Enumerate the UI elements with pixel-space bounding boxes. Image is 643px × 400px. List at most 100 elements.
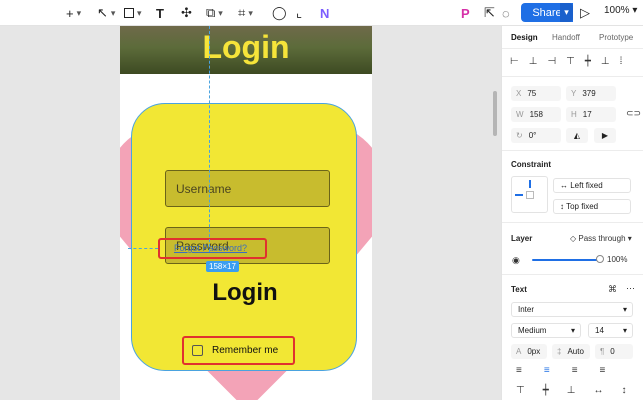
remember-me-label: Remember me — [212, 345, 279, 356]
constraint-horizontal-dropdown[interactable]: ↔ Left fixed — [553, 178, 631, 193]
alignment-guide-horizontal — [128, 248, 158, 249]
text-style-icon[interactable]: ⌘ — [608, 284, 617, 295]
valign-bottom-icon[interactable]: ⊥ — [567, 385, 576, 396]
line-height-icon: ‡ — [557, 347, 562, 356]
letter-spacing-value: 0px — [527, 347, 541, 356]
remember-checkbox[interactable] — [192, 345, 203, 356]
cursor-icon: ↖ — [97, 5, 108, 20]
text-align-center-icon[interactable]: ≡ — [544, 365, 550, 376]
auto-width-icon[interactable]: ↔ — [593, 385, 603, 396]
opacity-slider-handle[interactable] — [596, 255, 604, 263]
text-icon: T — [156, 5, 164, 21]
rotation-field[interactable]: ↻ 0° — [511, 128, 561, 143]
export-button[interactable]: ⇱ — [484, 3, 495, 23]
paragraph-spacing-field[interactable]: ¶ 0 — [595, 344, 633, 359]
align-left-icon[interactable]: ⊢ — [510, 56, 519, 67]
opacity-value[interactable]: 100% — [607, 255, 627, 264]
constraint-title: Constraint — [511, 160, 551, 169]
crop-tool-button[interactable]: ⌞ — [296, 3, 302, 23]
text-align-row: ≡ ≡ ≡ ≡ — [516, 365, 605, 376]
align-center-h-icon[interactable]: ⊥ — [529, 56, 538, 67]
tab-design[interactable]: Design — [511, 33, 538, 42]
zoom-level[interactable]: 100% ▾ — [604, 5, 637, 16]
chevron-down-icon: ▾ — [564, 7, 569, 17]
font-size-dropdown[interactable]: 14 ▾ — [588, 323, 633, 338]
paragraph-value: 0 — [610, 347, 615, 356]
login-card[interactable]: Username Password Forgot Password? 158×1… — [131, 103, 357, 371]
y-position-field[interactable]: Y 379 — [566, 86, 616, 101]
plugin-logo-icon: P — [461, 5, 470, 21]
align-top-icon[interactable]: ⊤ — [566, 56, 575, 67]
boolean-icon: ⌗ — [238, 5, 246, 20]
component-icon: ⧉ — [206, 5, 216, 20]
add-tool-button[interactable]: + ▾ — [66, 3, 81, 23]
height-field[interactable]: H 17 — [566, 107, 616, 122]
constraint-vertical-value: Top fixed — [566, 202, 599, 211]
align-middle-icon[interactable]: ┿ — [585, 56, 591, 67]
text-align-left-icon[interactable]: ≡ — [516, 365, 522, 376]
letter-spacing-icon: A — [516, 347, 522, 356]
play-icon: ▷ — [580, 5, 590, 20]
ai-logo-icon: N — [320, 5, 330, 21]
font-weight-dropdown[interactable]: Medium ▾ — [511, 323, 581, 338]
layer-divider — [502, 274, 643, 275]
constraint-widget[interactable] — [511, 176, 548, 213]
top-toolbar: + ▾ ↖ ▾ ▾ T ✣ ⧉ ▾ ⌗ ▾ ◯ ⌞ N P ⇱ ◌ Share ▾ ▷ … — [0, 0, 643, 26]
align-bottom-icon[interactable]: ⊥ — [601, 56, 610, 67]
align-right-icon[interactable]: ⊣ — [547, 56, 556, 67]
card-title: Login — [212, 279, 278, 306]
line-height-field[interactable]: ‡ Auto — [552, 344, 590, 359]
boolean-tool-button[interactable]: ⌗ ▾ — [238, 3, 253, 23]
auto-height-icon[interactable]: ↕ — [621, 385, 626, 396]
pen-icon: ✣ — [181, 5, 192, 20]
constraint-divider — [502, 222, 643, 223]
valign-top-icon[interactable]: ⊤ — [516, 385, 525, 396]
plus-icon: + — [66, 5, 74, 21]
font-family-value: Inter — [518, 305, 535, 314]
constraint-vertical-dropdown[interactable]: ↕ Top fixed — [553, 199, 631, 214]
chevron-down-icon: ▾ — [622, 326, 627, 335]
letter-spacing-field[interactable]: A 0px — [511, 344, 547, 359]
preview-button[interactable]: ▷ — [580, 3, 590, 23]
mask-tool-button[interactable]: ◯ — [272, 3, 287, 23]
font-family-dropdown[interactable]: Inter ▾ — [511, 302, 633, 317]
component-tool-button[interactable]: ⧉ ▾ — [206, 3, 223, 23]
remember-me-selection[interactable]: Remember me — [182, 336, 295, 365]
share-dropdown-button[interactable]: ▾ — [560, 3, 573, 22]
properties-panel: Design Handoff Prototype ⊢ ⊥ ⊣ ⊤ ┿ ⊥ ⁞ X… — [501, 26, 643, 400]
text-tool-button[interactable]: T — [156, 3, 164, 23]
layer-title: Layer — [511, 234, 533, 243]
pen-tool-button[interactable]: ✣ — [181, 3, 192, 23]
distribute-icon[interactable]: ⁞ — [620, 56, 623, 67]
eye-icon[interactable]: ◉ — [512, 255, 520, 266]
username-field[interactable]: Username — [165, 170, 330, 207]
text-align-right-icon[interactable]: ≡ — [572, 365, 578, 376]
rotation-icon: ↻ — [516, 131, 523, 140]
design-canvas[interactable]: Login Username Password Forgot Password?… — [0, 26, 501, 400]
text-align-justify-icon[interactable]: ≡ — [600, 365, 606, 376]
tab-prototype[interactable]: Prototype — [599, 33, 633, 42]
flip-horizontal-button[interactable]: ◭ — [566, 128, 588, 143]
move-tool-button[interactable]: ↖ ▾ — [97, 3, 115, 23]
text-title: Text — [511, 285, 527, 294]
ai-tool-button[interactable]: N — [320, 3, 329, 23]
notification-button[interactable]: ◌ — [502, 3, 510, 23]
shape-tool-button[interactable]: ▾ — [124, 3, 142, 23]
flip-horizontal-icon: ◭ — [573, 131, 581, 140]
link-icon[interactable]: ⊂⊃ — [626, 108, 641, 119]
plugin-button[interactable]: P — [461, 3, 470, 23]
more-options-icon[interactable]: ⋯ — [626, 283, 635, 294]
login-frame[interactable]: Login Username Password Forgot Password?… — [120, 26, 372, 400]
vertical-align-row: ⊤ ┿ ⊥ ↔ ↕ ▣ — [516, 385, 643, 396]
blend-mode-dropdown[interactable]: ◇ Pass through ▾ — [570, 234, 632, 243]
flip-vertical-button[interactable]: ▶ — [594, 128, 616, 143]
opacity-slider[interactable] — [532, 259, 598, 261]
width-field[interactable]: W 158 — [511, 107, 561, 122]
y-label: Y — [571, 89, 577, 98]
forgot-password-link[interactable]: Forgot Password? — [174, 243, 247, 253]
canvas-scrollbar[interactable] — [493, 91, 497, 136]
tab-handoff[interactable]: Handoff — [552, 33, 580, 42]
x-position-field[interactable]: X 75 — [511, 86, 561, 101]
valign-middle-icon[interactable]: ┿ — [543, 385, 549, 396]
paragraph-icon: ¶ — [600, 347, 605, 356]
